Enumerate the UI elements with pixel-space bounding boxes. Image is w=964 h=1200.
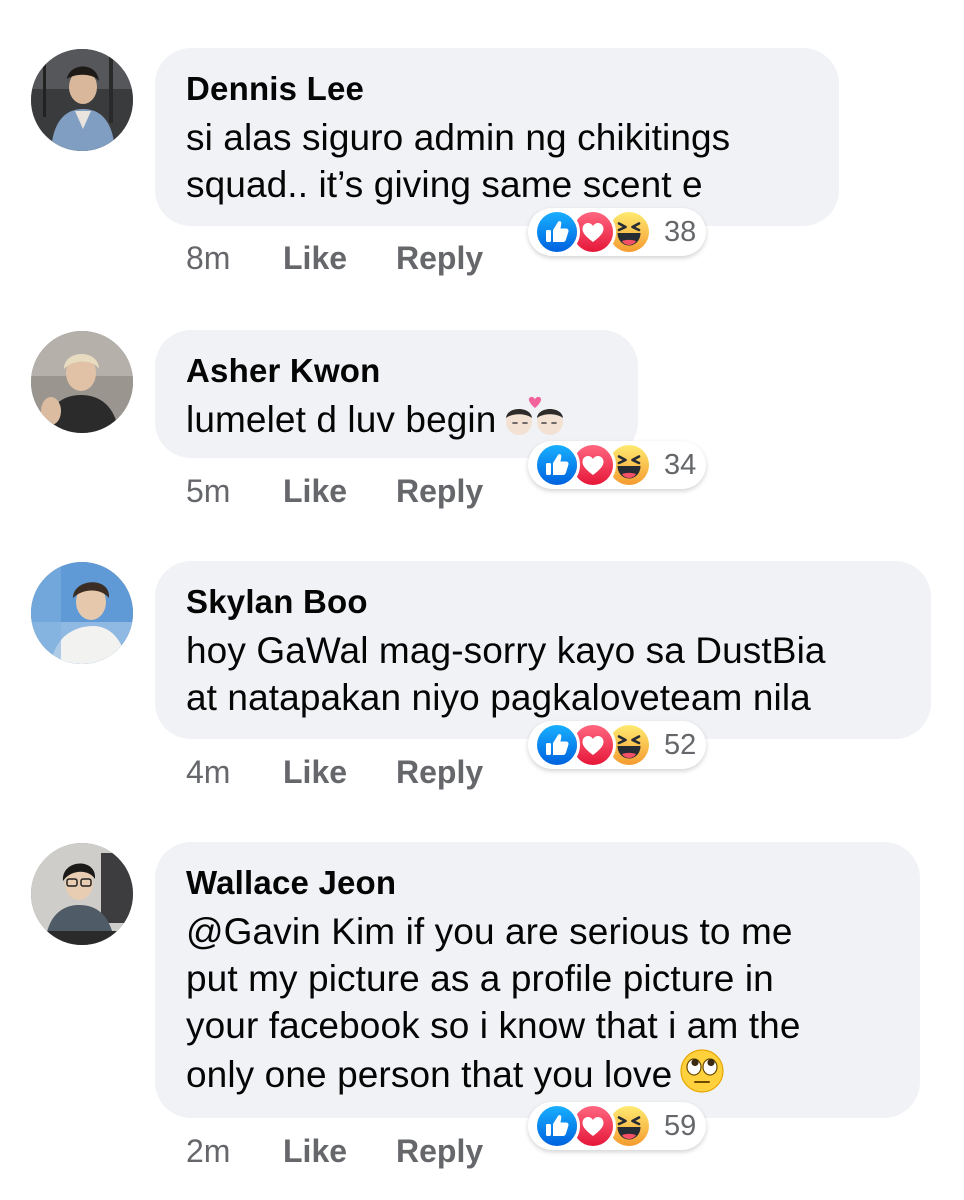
like-icon [534,1103,580,1149]
reaction-summary[interactable]: 38 [528,208,707,256]
comment-text: @Gavin Kim if you are serious to me put … [186,908,889,1104]
comment-text: si alas siguro admin ng chikitings squad… [186,117,731,205]
comment-timestamp[interactable]: 4m [186,755,283,789]
eye-roll-emoji [680,1049,724,1104]
comment-timestamp[interactable]: 5m [186,474,283,508]
comment-timestamp[interactable]: 2m [186,1134,283,1168]
reaction-summary[interactable]: 59 [528,1102,707,1150]
comment-bubble: Asher Kwon lumelet d luv begin [155,330,638,458]
like-button[interactable]: Like [283,241,396,275]
like-button[interactable]: Like [283,1134,396,1168]
like-icon [534,209,580,255]
comment-actions: 8m Like Reply [186,241,483,275]
comment-text: lumelet d luv begin [186,396,607,449]
like-button[interactable]: Like [283,474,396,508]
comment-author[interactable]: Skylan Boo [186,585,900,619]
reply-button[interactable]: Reply [396,755,483,789]
reaction-count: 38 [664,216,697,248]
like-icon [534,722,580,768]
comment-timestamp[interactable]: 8m [186,241,283,275]
avatar[interactable] [31,49,133,151]
comment-actions: 2m Like Reply [186,1134,483,1168]
comment-author[interactable]: Wallace Jeon [186,866,889,900]
avatar[interactable] [31,843,133,945]
reaction-summary[interactable]: 34 [528,441,707,489]
comment-text: hoy GaWal mag-sorry kayo sa DustBia at n… [186,630,826,718]
reaction-count: 52 [664,729,697,761]
comment-bubble: Wallace Jeon @Gavin Kim if you are serio… [155,842,920,1118]
reaction-count: 34 [664,449,697,481]
like-icon [534,442,580,488]
comment-actions: 4m Like Reply [186,755,483,789]
avatar[interactable] [31,331,133,433]
comment-bubble: Skylan Boo hoy GaWal mag-sorry kayo sa D… [155,561,931,739]
comment-bubble: Dennis Lee si alas siguro admin ng chiki… [155,48,839,226]
reply-button[interactable]: Reply [396,474,483,508]
comment-author[interactable]: Dennis Lee [186,72,808,106]
reaction-count: 59 [664,1110,697,1142]
reply-button[interactable]: Reply [396,1134,483,1168]
like-button[interactable]: Like [283,755,396,789]
reply-button[interactable]: Reply [396,241,483,275]
comment-author[interactable]: Asher Kwon [186,354,607,388]
comment-actions: 5m Like Reply [186,474,483,508]
reaction-summary[interactable]: 52 [528,721,707,769]
avatar[interactable] [31,562,133,664]
